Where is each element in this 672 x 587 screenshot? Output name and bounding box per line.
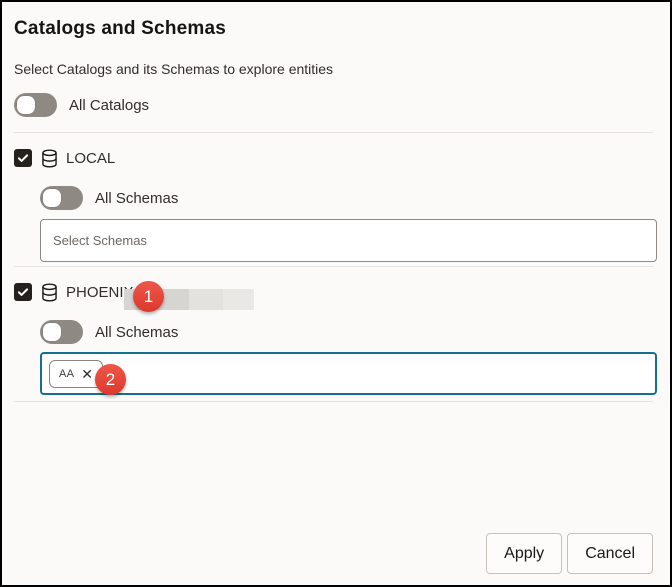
- catalog-row-local: LOCAL: [14, 146, 670, 170]
- dialog-subtitle: Select Catalogs and its Schemas to explo…: [14, 61, 653, 77]
- all-schemas-toggle-phoenix[interactable]: [40, 320, 83, 344]
- all-schemas-row-phoenix: All Schemas: [40, 320, 670, 344]
- apply-button[interactable]: Apply: [486, 533, 562, 574]
- catalogs-schemas-dialog: Catalogs and Schemas Select Catalogs and…: [0, 0, 672, 587]
- close-icon[interactable]: ✕: [81, 367, 93, 381]
- dialog-footer: Apply Cancel: [486, 533, 653, 574]
- all-schemas-row-local: All Schemas: [40, 186, 670, 210]
- annotation-badge-2: 2: [95, 364, 126, 395]
- all-schemas-label-local: All Schemas: [95, 190, 178, 207]
- toggle-knob: [43, 323, 61, 341]
- checkmark-icon: [16, 285, 30, 299]
- catalog-checkbox-local[interactable]: [14, 149, 32, 167]
- select-schemas-input-phoenix[interactable]: AA ✕: [40, 352, 657, 395]
- divider: [14, 132, 653, 133]
- catalog-name-local: LOCAL: [66, 150, 115, 167]
- page-title: Catalogs and Schemas: [14, 18, 653, 40]
- catalog-row-phoenix: PHOENIX: [14, 280, 670, 304]
- database-icon: [39, 282, 60, 303]
- toggle-knob: [17, 96, 35, 114]
- schema-chip-label: AA: [59, 368, 74, 380]
- checkmark-icon: [16, 151, 30, 165]
- all-catalogs-toggle[interactable]: [14, 93, 57, 117]
- select-schemas-input-local[interactable]: [40, 219, 657, 262]
- divider: [14, 401, 653, 402]
- all-schemas-toggle-local[interactable]: [40, 186, 83, 210]
- annotation-badge-1: 1: [133, 281, 164, 312]
- all-schemas-label-phoenix: All Schemas: [95, 324, 178, 341]
- database-icon: [39, 148, 60, 169]
- all-catalogs-row: All Catalogs: [14, 93, 670, 117]
- toggle-knob: [43, 189, 61, 207]
- cancel-button[interactable]: Cancel: [567, 533, 653, 574]
- catalog-checkbox-phoenix[interactable]: [14, 283, 32, 301]
- divider: [14, 266, 653, 267]
- all-catalogs-label: All Catalogs: [69, 97, 149, 114]
